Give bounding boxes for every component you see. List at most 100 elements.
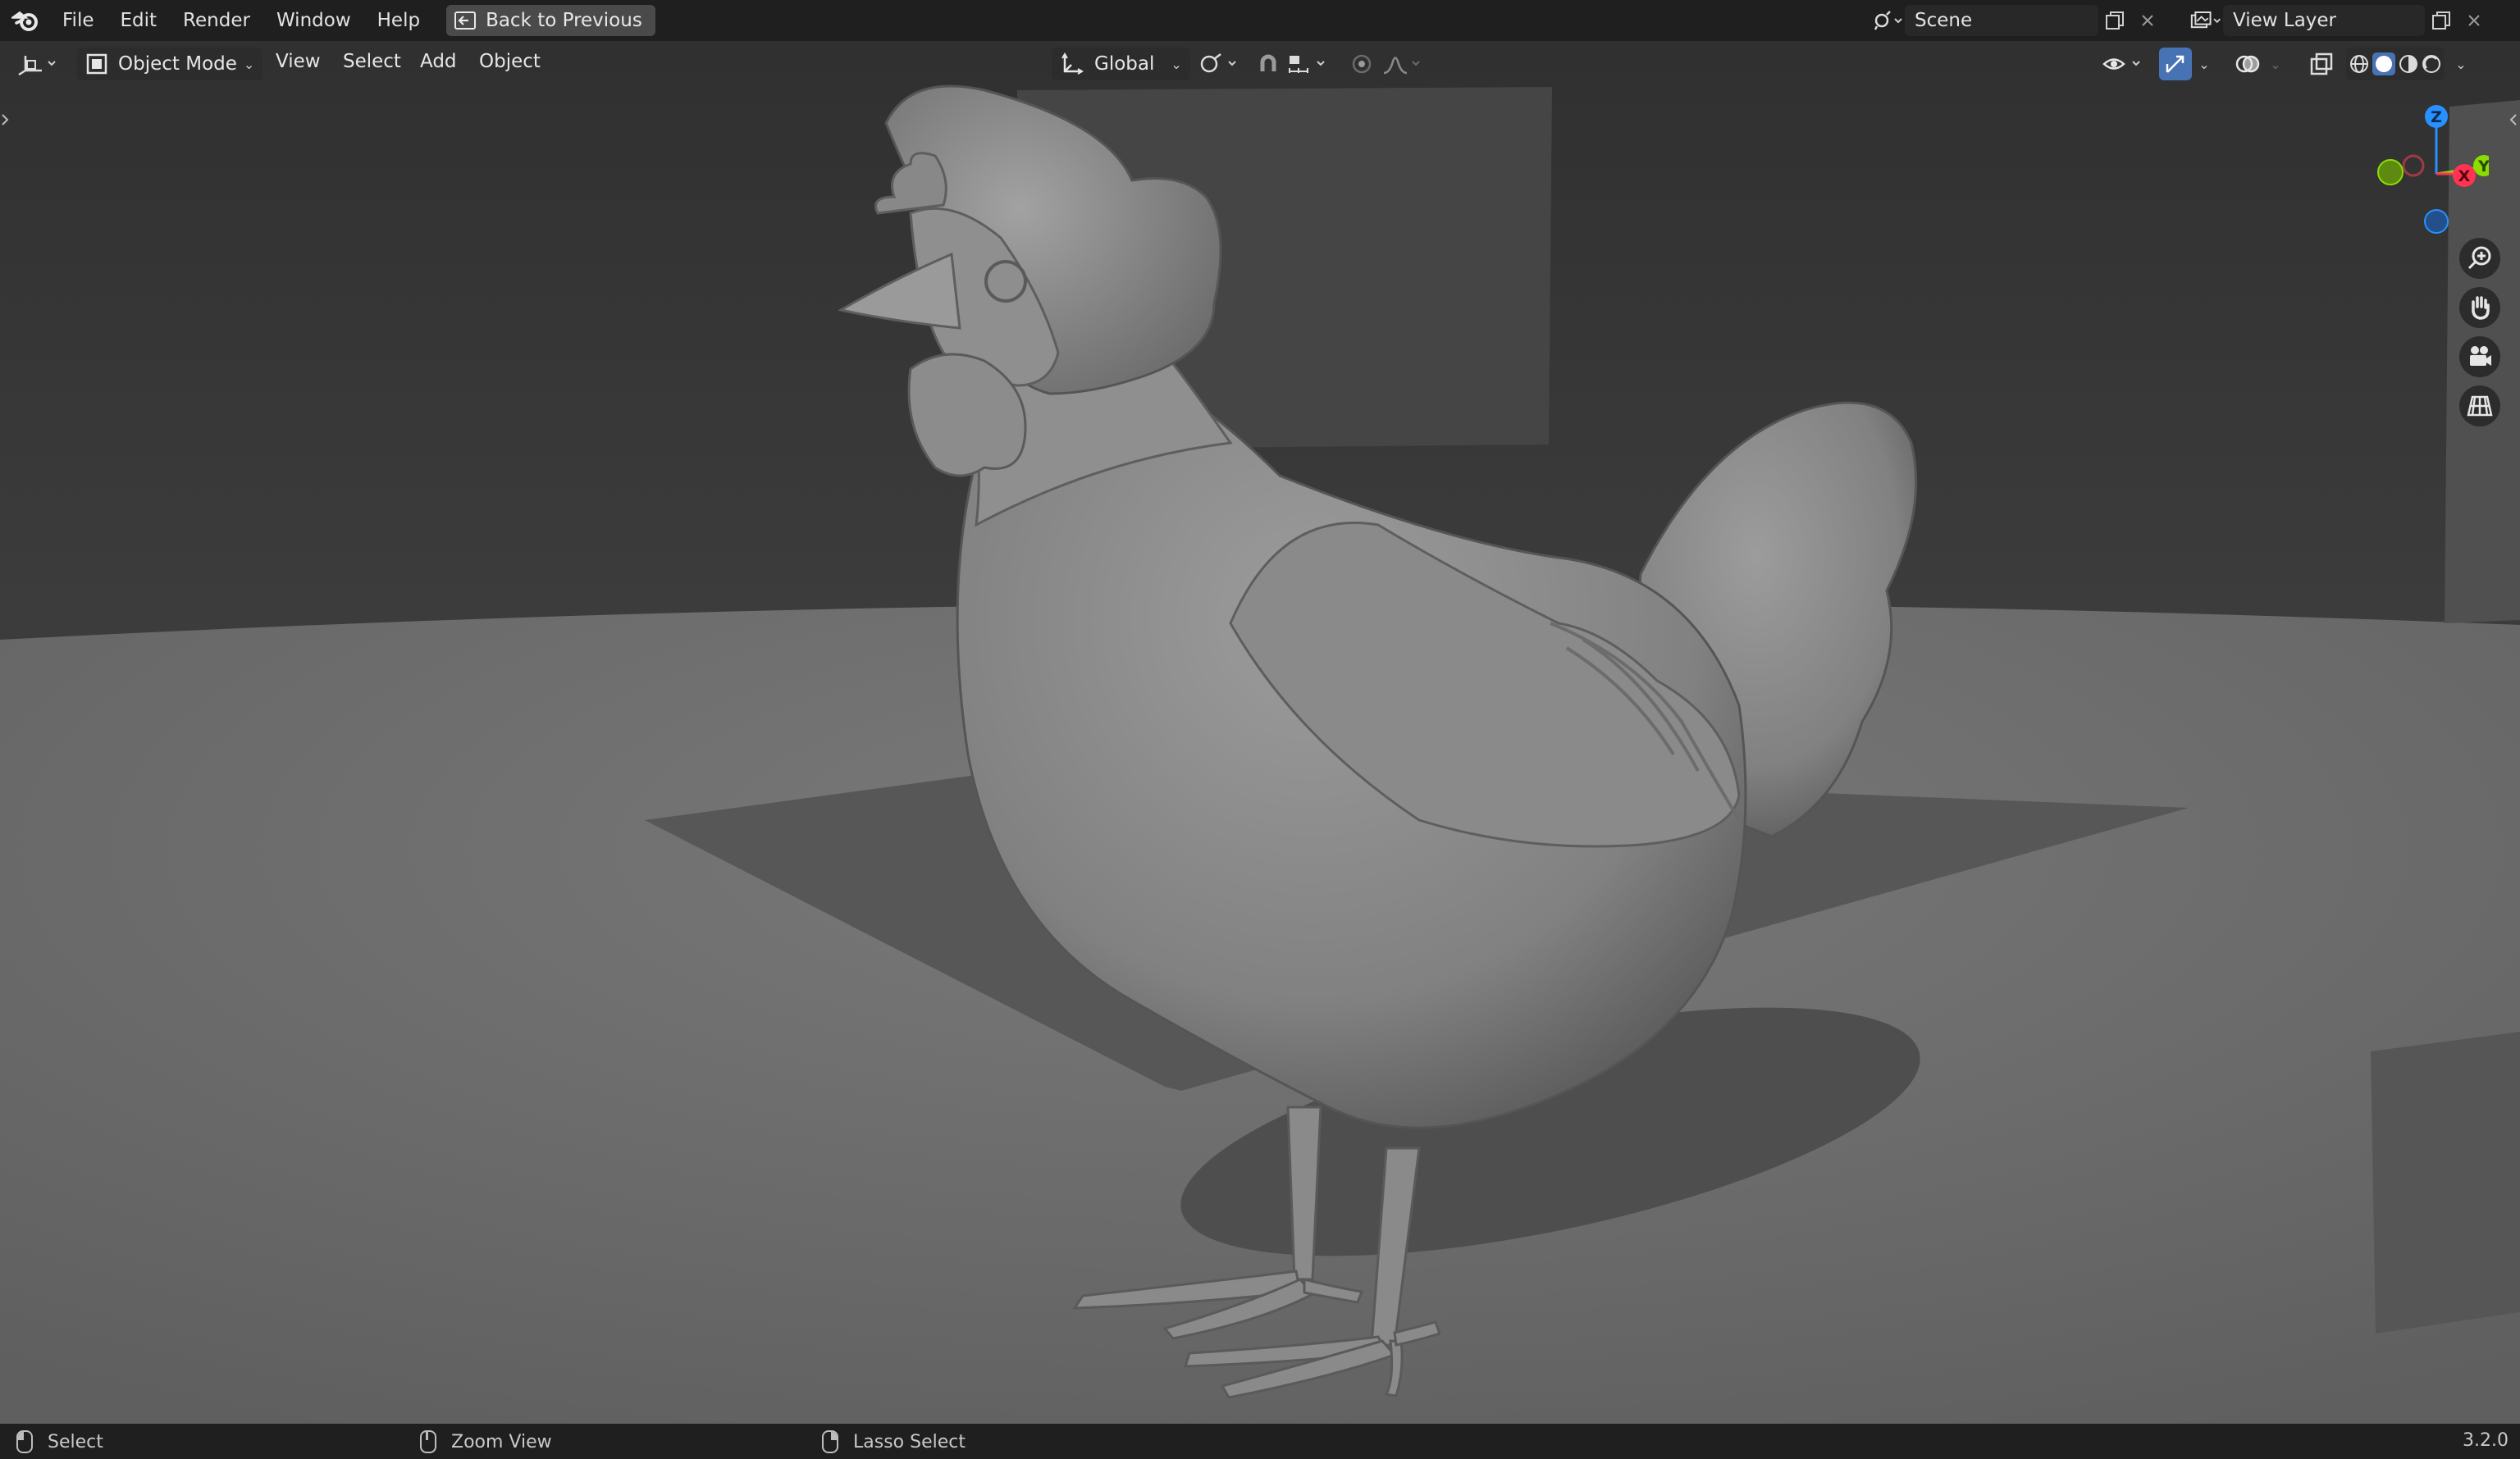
gizmo-neg-x-axis[interactable] [2402,154,2425,177]
scene-name-field[interactable]: Scene [1905,5,2098,36]
proportional-falloff-dropdown[interactable] [1380,48,1426,80]
view-layer-name: View Layer [2233,10,2337,31]
camera-view-button[interactable] [2459,336,2500,377]
delete-view-layer-button[interactable] [2458,5,2490,36]
scene-name: Scene [1915,10,1973,31]
overlays-toggle[interactable] [2231,48,2264,80]
gizmo-x-label: X [2458,167,2471,185]
object-mode-dropdown[interactable]: Object Mode ⌄ [77,48,263,80]
copy-icon [2106,11,2124,30]
gizmo-dropdown[interactable]: ⌄ [2192,48,2216,80]
shading-dropdown[interactable]: ⌄ [2449,48,2472,80]
menu-select[interactable]: Select [343,51,401,72]
status-select-label: Select [48,1431,103,1452]
status-select: Select [16,1430,103,1453]
snap-toggle[interactable] [1252,48,1285,80]
3d-view-axis-icon [18,56,56,75]
transform-orientation-dropdown[interactable]: Global ⌄ [1052,48,1190,80]
chevron-right-icon [2,114,9,125]
grid-perspective-icon [2467,395,2493,417]
menu-window[interactable]: Window [263,10,364,31]
side-panel-lower [2371,1032,2520,1334]
chevron-down-icon: ⌄ [2198,56,2210,72]
menu-render[interactable]: Render [170,10,263,31]
solid-shading-icon [2372,52,2395,75]
zoom-button[interactable] [2459,238,2500,279]
editor-type-button[interactable] [13,48,64,80]
status-bar: Select Zoom View Lasso Select 3.2.0 [0,1424,2520,1459]
version-label: 3.2.0 [2463,1430,2509,1451]
view-layer-selector: View Layer [2190,5,2490,36]
mouse-middle-icon [420,1430,436,1453]
menu-view[interactable]: View [276,51,321,72]
pan-button[interactable] [2459,287,2500,328]
toolbar-toggle[interactable] [0,110,10,130]
chicken-eye [984,260,1027,303]
menu-add[interactable]: Add [420,51,457,72]
sidebar-toggle[interactable] [2509,110,2518,130]
view-layer-name-field[interactable]: View Layer [2223,5,2425,36]
hand-icon [2472,296,2490,320]
delete-scene-button[interactable] [2131,5,2164,36]
back-to-previous-label: Back to Previous [486,10,642,31]
new-view-layer-button[interactable] [2425,5,2458,36]
gizmo-y-label: Y [2477,157,2489,176]
scene-icon [1874,11,1902,30]
status-zoom-label: Zoom View [451,1431,552,1452]
viewport-header: Object Mode ⌄ View Select Add Object Glo… [0,41,2520,87]
scene-browse-button[interactable] [1872,5,1905,36]
perspective-toggle-button[interactable] [2459,385,2500,426]
status-zoom-view: Zoom View [420,1430,552,1453]
scene-selector: Scene [1872,5,2164,36]
gizmo-icon [2166,55,2184,73]
zoom-icon [2468,246,2491,270]
main-menu: File Edit Render Window Help [49,0,433,41]
visibility-dropdown[interactable] [2100,48,2148,80]
xray-toggle[interactable] [2305,48,2338,80]
render-layers-icon [2190,11,2221,29]
global-axis-icon [1061,52,1084,75]
back-arrow-icon [454,11,477,30]
gizmo-z-label: Z [2431,108,2442,126]
gizmo-toggle[interactable] [2159,48,2192,80]
menu-help[interactable]: Help [364,10,433,31]
top-menu-bar: File Edit Render Window Help Back to Pre… [0,0,2520,41]
shading-mode-group [2346,48,2445,80]
eye-icon [2102,58,2140,70]
snap-increment-icon [1289,56,1325,73]
camera-icon [2470,346,2491,366]
chevron-down-icon: ⌄ [1171,56,1182,72]
3d-viewport[interactable] [0,41,2520,1424]
rendered-shading-icon [2422,55,2440,73]
gizmo-neg-z-axis[interactable] [2424,209,2449,234]
blender-logo-icon[interactable] [11,6,41,35]
proportional-editing-toggle[interactable] [1345,48,1378,80]
mouse-left-icon [16,1430,33,1453]
chevron-left-icon [2509,114,2517,125]
status-lasso-label: Lasso Select [853,1431,966,1452]
chevron-down-icon: ⌄ [2270,56,2281,72]
chevron-down-icon: ⌄ [2455,56,2467,72]
new-scene-button[interactable] [2098,5,2131,36]
overlays-dropdown[interactable]: ⌄ [2264,48,2287,80]
navigation-gizmo[interactable]: Z Y X [2366,98,2489,243]
view-layer-browse-button[interactable] [2190,5,2223,36]
close-icon [2142,15,2153,26]
material-shading-icon [2399,55,2417,73]
menu-file[interactable]: File [49,10,107,31]
proportional-edit-icon [1352,54,1372,74]
pivot-point-dropdown[interactable] [1196,48,1242,80]
copy-icon [2432,11,2450,30]
transform-orientation-label: Global [1094,53,1155,75]
wireframe-shading-icon [2350,55,2368,73]
snap-target-dropdown[interactable] [1285,48,1332,80]
back-to-previous-button[interactable]: Back to Previous [446,5,655,36]
close-icon [2468,15,2480,26]
mouse-right-icon [822,1430,838,1453]
object-mode-label: Object Mode [118,53,237,75]
menu-edit[interactable]: Edit [107,10,171,31]
gizmo-neg-y-axis[interactable] [2377,159,2404,185]
menu-object[interactable]: Object [479,51,541,72]
overlays-icon [2235,55,2260,73]
status-lasso-select: Lasso Select [822,1430,966,1453]
